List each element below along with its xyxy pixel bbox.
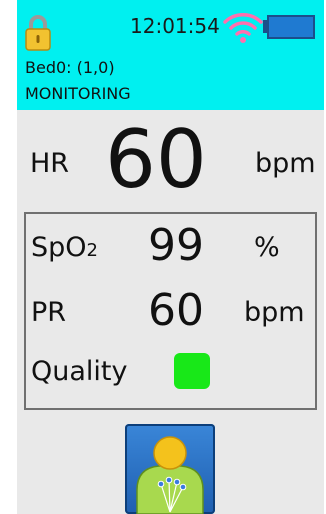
battery-icon bbox=[267, 15, 315, 39]
patient-electrodes-icon bbox=[136, 436, 204, 514]
hr-unit: bpm bbox=[255, 148, 316, 179]
spo2-label-subscript: 2 bbox=[86, 240, 98, 261]
clock: 12:01:54 bbox=[130, 14, 220, 38]
monitoring-mode: MONITORING bbox=[25, 84, 131, 103]
monitor-screen: 12:01:54 Bed0: (1,0) MONITORING HR 60 bp… bbox=[17, 0, 324, 514]
patient-button[interactable] bbox=[125, 424, 215, 514]
wifi-icon bbox=[223, 13, 263, 43]
hr-value: 60 bbox=[105, 113, 207, 206]
quality-indicator bbox=[174, 353, 210, 389]
quality-label: Quality bbox=[31, 356, 128, 387]
spo2-unit: % bbox=[254, 232, 280, 263]
vitals-panel: SpO2 99 % PR 60 bpm Quality bbox=[24, 212, 317, 410]
bed-label: Bed0: (1,0) bbox=[25, 58, 115, 77]
hr-label: HR bbox=[30, 148, 70, 179]
pr-unit: bpm bbox=[244, 297, 305, 328]
pr-label: PR bbox=[31, 297, 67, 328]
pr-value: 60 bbox=[148, 285, 204, 336]
spo2-label: SpO2 bbox=[31, 232, 98, 263]
spo2-value: 99 bbox=[148, 220, 204, 271]
padlock-icon bbox=[25, 15, 51, 51]
status-header: 12:01:54 Bed0: (1,0) MONITORING bbox=[17, 0, 324, 110]
